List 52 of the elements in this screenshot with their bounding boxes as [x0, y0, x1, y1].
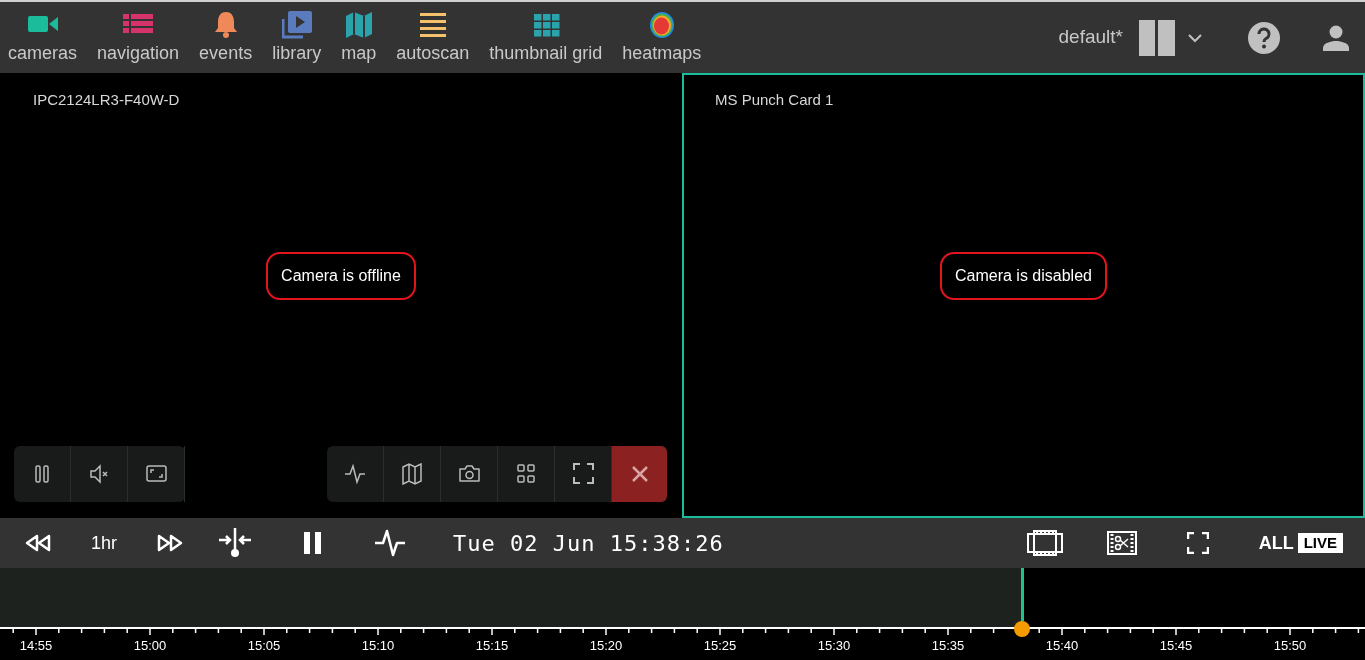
time-label: 15:50	[1273, 638, 1307, 654]
rewind-icon[interactable]	[24, 534, 51, 552]
time-label: 15:40	[1045, 638, 1079, 654]
map-icon	[401, 463, 423, 485]
chevron-down-icon[interactable]	[1187, 32, 1203, 43]
sync-icon[interactable]	[218, 528, 252, 558]
nav-item[interactable]: heatmaps	[616, 11, 708, 64]
pause-icon[interactable]	[303, 532, 323, 554]
time-label: 15:45	[1159, 638, 1193, 654]
motion-icon	[344, 463, 366, 485]
two-column-layout-icon[interactable]	[1139, 19, 1175, 56]
camera-name: MS Punch Card 1	[715, 91, 834, 108]
status-message: Camera is offline	[266, 251, 416, 300]
live-badge[interactable]: LIVE	[1297, 533, 1343, 553]
time-label: 15:15	[475, 638, 509, 654]
aspect-ratio-icon	[145, 463, 167, 485]
nav-item[interactable]: thumbnail grid	[483, 11, 609, 64]
user-icon[interactable]	[1323, 24, 1349, 51]
layout-name: default*	[1058, 25, 1123, 50]
fast-forward-icon[interactable]	[157, 534, 184, 552]
range-selector[interactable]: 1hr	[91, 529, 117, 557]
close-icon	[630, 465, 649, 483]
nav-item[interactable]: map	[335, 11, 383, 64]
nav-item[interactable]: cameras	[2, 11, 84, 64]
nav-item[interactable]: navigation	[91, 11, 186, 64]
mute-icon	[88, 463, 110, 485]
film-scissors-icon[interactable]	[1106, 531, 1137, 555]
grid-icon	[515, 463, 537, 485]
time-label: 15:30	[817, 638, 851, 654]
time-label: 15:20	[589, 638, 623, 654]
time-label: 15:10	[361, 638, 395, 654]
time-label: 15:05	[247, 638, 281, 654]
nav-item[interactable]: library	[266, 11, 328, 64]
time-label: 14:55	[19, 638, 53, 654]
fullscreen-icon	[572, 463, 594, 485]
snapshot-icon	[458, 463, 480, 485]
pulse-icon[interactable]	[375, 529, 405, 557]
status-message: Camera is disabled	[940, 251, 1107, 300]
help-icon[interactable]	[1248, 21, 1280, 54]
time-label: 15:35	[931, 638, 965, 654]
date-time: Tue 02 Jun 15:38:26	[453, 529, 724, 558]
close-button[interactable]	[612, 446, 667, 502]
time-label: 15:00	[133, 638, 167, 654]
all-label[interactable]: ALL	[1258, 529, 1294, 557]
camera-tile[interactable]: MS Punch Card 1 Camera is disabled	[682, 73, 1365, 518]
camera-name: IPC2124LR3-F40W-D	[33, 91, 180, 108]
nav-item[interactable]: events	[193, 11, 259, 64]
fullscreen-icon[interactable]	[1186, 532, 1209, 554]
nav-item[interactable]: autoscan	[390, 11, 476, 64]
playhead[interactable]	[1014, 568, 1031, 637]
film-icon[interactable]	[1026, 530, 1063, 556]
time-label: 15:25	[703, 638, 737, 654]
